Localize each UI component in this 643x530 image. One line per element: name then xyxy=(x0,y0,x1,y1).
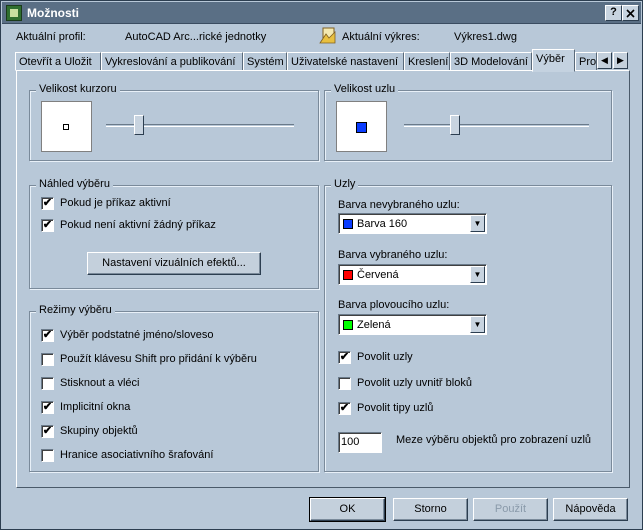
checkbox-box[interactable]: ✔ xyxy=(41,197,54,210)
checkbox-box[interactable]: ✔ xyxy=(41,219,54,232)
color-swatch xyxy=(343,219,353,229)
window-title: Možnosti xyxy=(27,6,79,20)
checkbox-box[interactable] xyxy=(41,449,54,462)
grip-preview xyxy=(336,101,387,152)
drawing-value: Výkres1.dwg xyxy=(454,31,517,43)
title-bar[interactable]: Možnosti ? xyxy=(2,2,641,24)
drawing-label: Aktuální výkres: xyxy=(342,31,420,43)
help-footer-button[interactable]: Nápověda xyxy=(553,498,628,521)
unselected-grip-color-select[interactable]: Barva 160 ▼ xyxy=(338,213,487,234)
profile-value: AutoCAD Arc...rické jednotky xyxy=(125,31,267,43)
tab-scroll-right-button[interactable]: ▶ xyxy=(613,52,628,69)
selection-tab-panel: Velikost kurzoru Velikost uzlu Náhled vý… xyxy=(16,70,630,488)
selected-grip-color-label: Barva vybraného uzlu: xyxy=(338,249,448,261)
ok-button[interactable]: OK xyxy=(309,497,386,522)
grips-group: Uzly Barva nevybraného uzlu: Barva 160 ▼… xyxy=(324,178,612,472)
grip-size-title: Velikost uzlu xyxy=(331,83,399,95)
checkbox-box[interactable] xyxy=(41,377,54,390)
unselected-grip-color-label: Barva nevybraného uzlu: xyxy=(338,199,460,211)
cancel-button[interactable]: Storno xyxy=(393,498,468,521)
hover-grip-color-label: Barva plovoucího uzlu: xyxy=(338,299,450,311)
grip-size-slider-thumb[interactable] xyxy=(449,115,460,135)
grip-object-limit-label: Meze výběru objektů pro zobrazení uzlů xyxy=(396,434,592,446)
grips-title: Uzly xyxy=(331,178,359,190)
cursor-square-icon xyxy=(63,124,69,130)
chevron-down-icon[interactable]: ▼ xyxy=(470,266,485,283)
profile-label: Aktuální profil: xyxy=(16,31,86,43)
tab-plot-publish[interactable]: Vykreslování a publikování xyxy=(101,52,243,71)
selection-modes-group: Režimy výběru ✔ Výběr podstatné jméno/sl… xyxy=(29,304,319,472)
tab-3d-modeling[interactable]: 3D Modelování xyxy=(450,52,532,71)
tab-scroll-left-button[interactable]: ◀ xyxy=(597,52,612,69)
close-icon xyxy=(626,9,635,18)
tab-selection[interactable]: Výběr xyxy=(532,49,575,72)
chevron-down-icon[interactable]: ▼ xyxy=(470,316,485,333)
cursor-preview xyxy=(41,101,92,152)
tab-open-save[interactable]: Otevřít a Uložit xyxy=(15,52,101,71)
checkbox-box[interactable] xyxy=(338,377,351,390)
selection-preview-group: Náhled výběru ✔ Pokud je příkaz aktivní … xyxy=(29,178,319,289)
checkbox-box[interactable] xyxy=(41,353,54,366)
app-icon xyxy=(6,5,22,21)
drawing-icon xyxy=(319,27,336,44)
checkbox-box[interactable]: ✔ xyxy=(338,351,351,364)
cursor-size-slider-thumb[interactable] xyxy=(134,115,145,135)
apply-button[interactable]: Použít xyxy=(473,498,548,521)
chevron-down-icon[interactable]: ▼ xyxy=(470,215,485,232)
color-swatch xyxy=(343,270,353,280)
tab-user-preferences[interactable]: Uživatelské nastavení xyxy=(287,52,404,71)
selection-modes-title: Režimy výběru xyxy=(36,304,115,316)
tab-drafting[interactable]: Kreslení xyxy=(404,52,450,71)
grip-size-slider[interactable] xyxy=(404,124,589,127)
visual-effects-settings-button[interactable]: Nastavení vizuálních efektů... xyxy=(87,252,261,275)
selected-grip-color-select[interactable]: Červená ▼ xyxy=(338,264,487,285)
checkbox-box[interactable]: ✔ xyxy=(41,329,54,342)
tab-system[interactable]: Systém xyxy=(243,52,287,71)
tab-profiles[interactable]: Pro xyxy=(575,52,597,71)
options-dialog: Možnosti ? Aktuální profil: AutoCAD Arc.… xyxy=(0,0,643,530)
grip-size-group: Velikost uzlu xyxy=(324,83,612,161)
cursor-size-title: Velikost kurzoru xyxy=(36,83,120,95)
arrow-right-icon: ▶ xyxy=(617,55,624,65)
close-button[interactable] xyxy=(622,5,639,21)
grip-object-limit-input[interactable]: 100 xyxy=(338,432,382,453)
checkbox-box[interactable]: ✔ xyxy=(338,402,351,415)
checkbox-box[interactable]: ✔ xyxy=(41,401,54,414)
selection-preview-title: Náhled výběru xyxy=(36,178,113,190)
hover-grip-color-select[interactable]: Zelená ▼ xyxy=(338,314,487,335)
cursor-size-group: Velikost kurzoru xyxy=(29,83,319,161)
color-swatch xyxy=(343,320,353,330)
grip-square-icon xyxy=(356,122,367,133)
checkbox-box[interactable]: ✔ xyxy=(41,425,54,438)
arrow-left-icon: ◀ xyxy=(601,55,608,65)
help-button[interactable]: ? xyxy=(605,5,622,21)
